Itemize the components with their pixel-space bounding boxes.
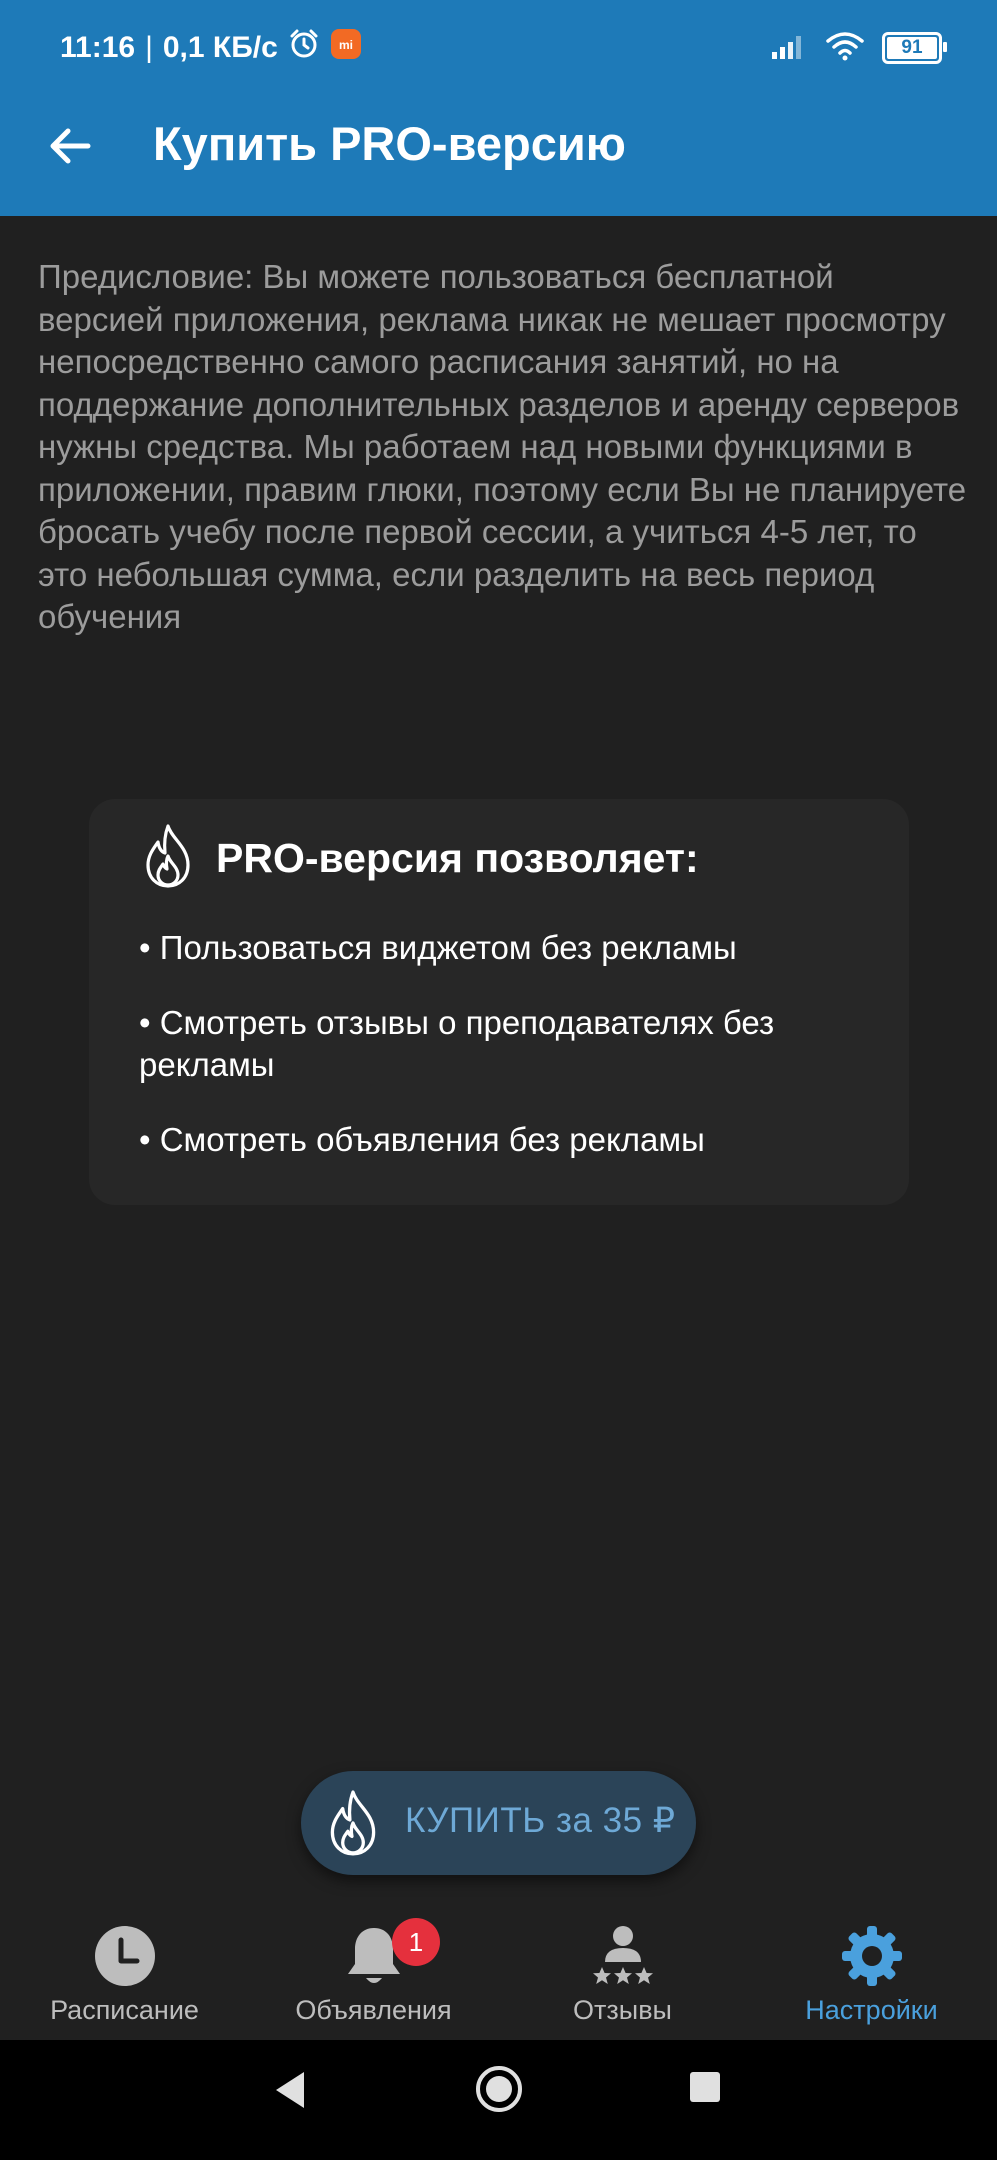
- flame-icon: [326, 1789, 380, 1862]
- status-bar: 11:16 | 0,1 КБ/с mi 91: [0, 0, 997, 94]
- back-button[interactable]: [40, 118, 100, 178]
- home-circle-icon[interactable]: [474, 2064, 524, 2119]
- benefits-list: • Пользоваться виджетом без рекламы • См…: [139, 927, 879, 1194]
- benefit-item: • Смотреть отзывы о преподавателях без р…: [139, 1004, 775, 1083]
- page-title: Купить PRO-версию: [153, 117, 626, 170]
- pro-features-card: PRO-версия позволяет: • Пользоваться вид…: [89, 799, 909, 1205]
- clock-icon: [93, 1924, 157, 1993]
- nav-item-announcements[interactable]: Объявления: [249, 1900, 498, 2040]
- buy-pro-button[interactable]: КУПИТЬ за 35 ₽: [301, 1771, 696, 1875]
- back-triangle-icon[interactable]: [270, 2068, 310, 2117]
- nav-label-schedule: Расписание: [50, 1995, 199, 2025]
- status-network-speed: 0,1 КБ/с: [162, 31, 278, 64]
- status-separator: |: [145, 31, 153, 64]
- status-right: 91: [770, 28, 947, 68]
- gear-icon: [840, 1924, 904, 1993]
- app-bar: Купить PRO-версию: [0, 94, 997, 216]
- reviews-icon: [590, 1924, 656, 1993]
- mi-app-icon: mi: [330, 28, 362, 68]
- nav-label-announcements: Объявления: [295, 1995, 452, 2025]
- preface-text: Предисловие: Вы можете пользоваться бесп…: [38, 258, 967, 635]
- flame-icon: [142, 823, 194, 894]
- nav-label-reviews: Отзывы: [573, 1995, 672, 2025]
- card-header: PRO-версия позволяет:: [142, 823, 699, 893]
- nav-label-settings: Настройки: [805, 1995, 938, 2025]
- battery-icon: 91: [882, 32, 947, 64]
- alarm-icon: [288, 28, 320, 68]
- buy-button-label: КУПИТЬ за 35 ₽: [405, 1801, 676, 1840]
- recents-square-icon[interactable]: [688, 2070, 722, 2109]
- status-time: 11:16: [60, 31, 136, 64]
- card-title: PRO-версия позволяет:: [216, 834, 699, 881]
- benefit-item: • Пользоваться виджетом без рекламы: [139, 929, 737, 966]
- nav-item-settings[interactable]: Настройки: [747, 1900, 996, 2040]
- nav-item-reviews[interactable]: Отзывы: [498, 1900, 747, 2040]
- signal-icon: [770, 32, 808, 65]
- nav-item-schedule[interactable]: Расписание: [0, 1900, 249, 2040]
- system-navigation-bar: [0, 2040, 997, 2160]
- bottom-navigation: Расписание Объявления Отзывы Настройки: [0, 1900, 997, 2040]
- benefit-item: • Смотреть объявления без рекламы: [139, 1121, 705, 1158]
- status-left: 11:16 | 0,1 КБ/с mi: [60, 28, 362, 68]
- announcements-badge: 1: [392, 1918, 440, 1966]
- svg-text:mi: mi: [339, 38, 353, 52]
- battery-level: 91: [901, 37, 923, 58]
- arrow-left-icon: [48, 126, 92, 171]
- wifi-icon: [826, 31, 864, 66]
